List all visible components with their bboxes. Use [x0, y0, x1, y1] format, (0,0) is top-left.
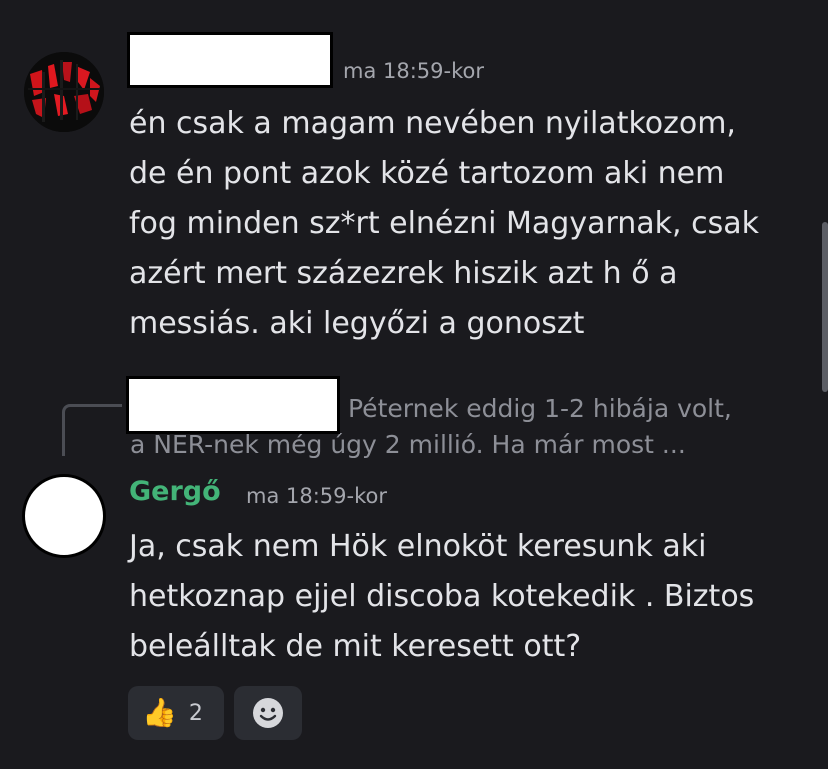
user-avatar[interactable] [22, 474, 106, 558]
message-text: én csak a magam nevében nyilatkozom, de … [129, 106, 759, 341]
message-text: Ja, csak nem Hök elnoköt keresunk aki he… [129, 529, 755, 664]
add-reaction-button[interactable] [234, 686, 302, 740]
message-timestamp: ma 18:59-kor [246, 484, 387, 508]
reply-preview-line2: a NER-nek még úgy 2 millió. Ha már most … [130, 430, 686, 459]
avatar-artwork [24, 52, 104, 132]
reaction-thumbs-up[interactable]: 👍 2 [128, 686, 224, 740]
message-author[interactable]: Gergő [129, 476, 221, 507]
message-timestamp: ma 18:59-kor [343, 59, 484, 83]
reaction-count: 2 [188, 700, 203, 726]
add-reaction-icon [253, 698, 283, 728]
reply-connector [62, 404, 122, 456]
redacted-username [127, 32, 333, 88]
redacted-reply-author [126, 376, 340, 434]
thumbs-up-icon: 👍 [142, 696, 177, 729]
scrollbar[interactable] [822, 222, 828, 392]
user-avatar[interactable] [24, 52, 104, 132]
reply-preview-line1: Péternek eddig 1-2 hibája volt, [348, 394, 732, 423]
